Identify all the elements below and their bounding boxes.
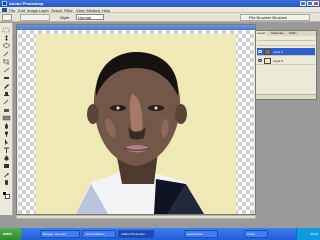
layer-thumbnail (264, 58, 271, 64)
start-button[interactable]: start (0, 228, 22, 240)
title-bar: Adobe Photoshop (0, 0, 320, 7)
eyedropper-tool-icon[interactable] (2, 171, 11, 177)
layer-name: Layer 6 (273, 50, 284, 54)
horizontal-scrollbar[interactable] (16, 215, 256, 219)
close-button[interactable] (313, 1, 319, 6)
lock-row[interactable] (257, 42, 315, 46)
layer-row[interactable]: Layer 5 (257, 57, 315, 65)
photoshop-app-icon (2, 1, 7, 6)
move-tool-icon[interactable] (2, 35, 11, 41)
portrait-artwork[interactable] (36, 34, 236, 214)
minimize-button[interactable] (300, 1, 306, 6)
layers-panel-footer (256, 94, 316, 99)
system-tray-clock[interactable]: 00:24 (296, 228, 320, 240)
document-window: ... (16, 24, 256, 215)
tab-layers[interactable]: Layers (256, 31, 268, 36)
slice-tool-icon[interactable] (2, 67, 11, 73)
eye-icon[interactable] (258, 50, 262, 53)
pen-tool-icon[interactable] (2, 155, 11, 161)
taskbar-item[interactable]: jobertutorial (184, 230, 218, 238)
taskbar: start Blogger: Hexrokz Yash Folkslore Ad… (0, 228, 320, 240)
lasso-tool-icon[interactable] (2, 43, 11, 49)
tab-channels[interactable]: Channels (270, 31, 285, 36)
layer-row[interactable]: Layer 6 (257, 48, 315, 56)
taskbar-item-active[interactable]: Adobe Photoshop (118, 230, 154, 238)
layers-panel: Layers Channels Paths Layer 6 Layer 5 (255, 30, 317, 100)
palette-well[interactable]: File Browser Brushes (240, 14, 310, 21)
crop-tool-icon[interactable] (2, 59, 11, 65)
gradient-tool-icon[interactable] (2, 115, 11, 121)
toolbox (0, 23, 13, 215)
layer-thumbnail (264, 49, 271, 55)
eye-icon[interactable] (258, 59, 262, 62)
shape-tool-icon[interactable] (2, 163, 11, 169)
taskbar-item[interactable]: Tilmer (244, 230, 268, 238)
type-tool-icon[interactable] (2, 147, 11, 153)
background-color-swatch[interactable] (5, 194, 10, 199)
hand-tool-icon[interactable] (2, 179, 11, 185)
options-bar: Style: Normal File Browser Brushes (0, 13, 320, 22)
healing-brush-tool-icon[interactable] (2, 75, 11, 81)
blend-mode-row[interactable] (257, 37, 315, 41)
posterized-portrait-image (36, 34, 236, 214)
ps-logo-icon (2, 8, 7, 12)
eraser-tool-icon[interactable] (2, 107, 11, 113)
layer-name: Layer 5 (273, 59, 284, 63)
path-selection-tool-icon[interactable] (2, 139, 11, 145)
history-brush-tool-icon[interactable] (2, 99, 11, 105)
brush-tool-icon[interactable] (2, 83, 11, 89)
panel-tabs: Layers Channels Paths (256, 31, 316, 36)
style-label: Style: (60, 15, 71, 20)
tool-preset-picker[interactable] (2, 14, 12, 21)
brush-options[interactable] (20, 14, 50, 21)
blur-tool-icon[interactable] (2, 123, 11, 129)
transparency-checkerboard (18, 30, 254, 214)
taskbar-item[interactable]: Yash Folkslore (82, 230, 116, 238)
tab-paths[interactable]: Paths (288, 31, 298, 36)
magic-wand-tool-icon[interactable] (2, 51, 11, 57)
style-select[interactable]: Normal (76, 14, 104, 20)
marquee-tool-icon[interactable] (2, 27, 11, 33)
clone-stamp-tool-icon[interactable] (2, 91, 11, 97)
window-title: Adobe Photoshop (9, 1, 44, 6)
taskbar-item[interactable]: Blogger: Hexrokz (40, 230, 80, 238)
dodge-tool-icon[interactable] (2, 131, 11, 137)
